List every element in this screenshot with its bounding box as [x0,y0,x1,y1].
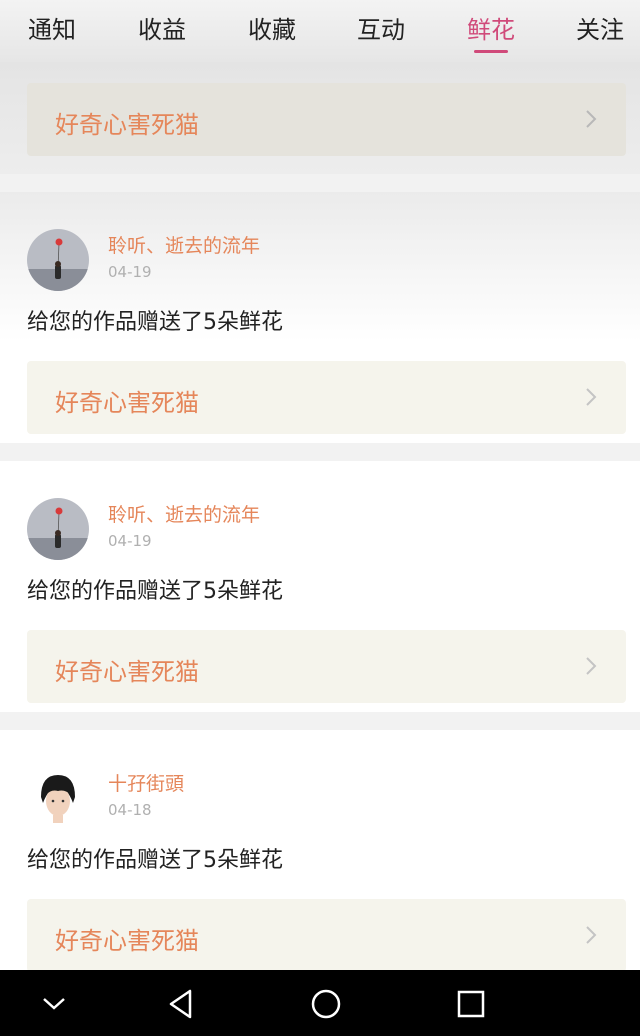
balloon-girl-avatar-icon [27,498,89,560]
work-title: 好奇心害死猫 [55,111,199,139]
record-message: 给您的作品赠送了5朵鲜花 [27,579,283,604]
sender-name[interactable]: 聆听、逝去的流年 [108,231,260,258]
active-tab-indicator [474,50,508,53]
chevron-right-icon [586,657,597,675]
avatar[interactable] [27,767,89,829]
record-date: 04-19 [108,263,152,281]
tab-earnings[interactable]: 收益 [138,10,186,45]
flower-record-card: 十孖街頭 04-18 给您的作品赠送了5朵鲜花 好奇心害死猫 [0,730,640,981]
flower-record-card: 聆听、逝去的流年 04-19 给您的作品赠送了5朵鲜花 好奇心害死猫 [0,461,640,712]
work-title: 好奇心害死猫 [55,658,199,686]
tab-notifications[interactable]: 通知 [28,10,76,45]
top-work-section: 好奇心害死猫 [0,62,640,174]
home-circle-icon[interactable] [306,984,346,1024]
sender-name[interactable]: 十孖街頭 [108,769,184,796]
record-message: 给您的作品赠送了5朵鲜花 [27,310,283,335]
tab-following[interactable]: 关注 [576,10,624,45]
record-message: 给您的作品赠送了5朵鲜花 [27,848,283,873]
record-date: 04-18 [108,801,152,819]
record-date: 04-19 [108,532,152,550]
chevron-right-icon [586,110,597,128]
recents-square-icon[interactable] [451,984,491,1024]
system-navigation-bar [0,970,640,1036]
avatar[interactable] [27,498,89,560]
work-link[interactable]: 好奇心害死猫 [27,361,626,434]
work-link[interactable]: 好奇心害死猫 [27,630,626,703]
tab-flowers[interactable]: 鲜花 [467,10,515,53]
balloon-girl-avatar-icon [27,229,89,291]
tab-favorites[interactable]: 收藏 [248,10,296,45]
flower-record-card: 聆听、逝去的流年 04-19 给您的作品赠送了5朵鲜花 好奇心害死猫 [0,192,640,443]
short-hair-person-avatar-icon [27,767,89,829]
work-title: 好奇心害死猫 [55,927,199,955]
tab-interactions[interactable]: 互动 [357,10,405,45]
work-link[interactable]: 好奇心害死猫 [27,83,626,156]
chevron-right-icon [586,926,597,944]
sender-name[interactable]: 聆听、逝去的流年 [108,500,260,527]
back-triangle-icon[interactable] [162,984,202,1024]
tab-flowers-label: 鲜花 [467,16,515,44]
chevron-down-icon[interactable] [34,984,74,1024]
work-link[interactable]: 好奇心害死猫 [27,899,626,972]
chevron-right-icon [586,388,597,406]
work-title: 好奇心害死猫 [55,389,199,417]
tab-bar: 通知 收益 收藏 互动 鲜花 关注 [0,0,640,62]
avatar[interactable] [27,229,89,291]
